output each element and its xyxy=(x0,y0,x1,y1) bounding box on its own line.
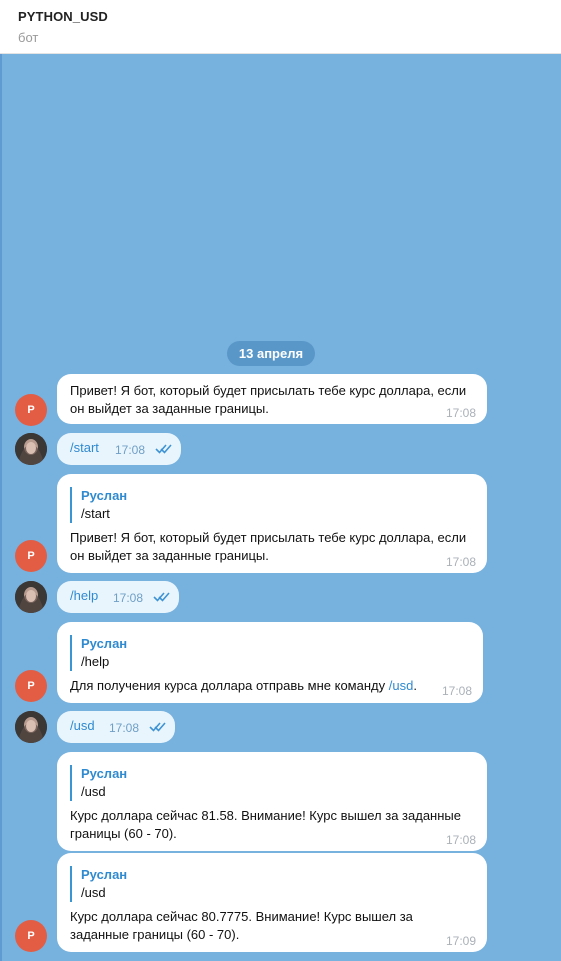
reply-author: Руслан xyxy=(81,766,128,781)
reply-quote[interactable]: Руслан /usd xyxy=(70,866,127,902)
message-time: 17:08 xyxy=(113,591,144,605)
message-time: 17:08 xyxy=(441,684,472,698)
message-time: 17:09 xyxy=(445,934,476,948)
chat-title: PYTHON_USD xyxy=(18,9,108,24)
read-checks-icon xyxy=(153,592,170,602)
bot-avatar[interactable]: P xyxy=(15,394,47,426)
reply-text: /usd xyxy=(81,784,106,799)
outgoing-message[interactable]: /start 17:08 xyxy=(57,433,181,465)
reply-text: /help xyxy=(81,654,110,669)
incoming-message[interactable]: Руслан /usd Курс доллара сейчас 80.7775.… xyxy=(57,853,487,952)
bot-avatar[interactable]: P xyxy=(15,540,47,572)
user-avatar[interactable] xyxy=(15,711,47,743)
message-time: 17:08 xyxy=(109,721,140,735)
user-avatar[interactable] xyxy=(15,433,47,465)
chat-left-border xyxy=(0,54,2,961)
reply-author: Руслан xyxy=(81,867,128,882)
reply-quote[interactable]: Руслан /start xyxy=(70,487,127,523)
message-text: Привет! Я бот, который будет присылать т… xyxy=(70,383,467,416)
message-text: Для получения курса доллара отправь мне … xyxy=(70,678,417,693)
reply-quote[interactable]: Руслан /help xyxy=(70,635,127,671)
incoming-message[interactable]: Привет! Я бот, который будет присылать т… xyxy=(57,374,487,424)
chat-header[interactable]: PYTHON_USD бот xyxy=(0,0,561,54)
chat-subtitle: бот xyxy=(18,30,39,45)
outgoing-message[interactable]: /help 17:08 xyxy=(57,581,179,613)
command-text: /start xyxy=(70,440,99,455)
command-text: /help xyxy=(70,588,99,603)
reply-author: Руслан xyxy=(81,488,128,503)
message-time: 17:08 xyxy=(115,443,146,457)
message-text: Курс доллара сейчас 80.7775. Внимание! К… xyxy=(70,909,413,942)
reply-text: /start xyxy=(81,506,110,521)
outgoing-message[interactable]: /usd 17:08 xyxy=(57,711,175,743)
user-avatar[interactable] xyxy=(15,581,47,613)
message-time: 17:08 xyxy=(445,406,476,420)
read-checks-icon xyxy=(149,722,166,732)
incoming-message[interactable]: Руслан /start Привет! Я бот, который буд… xyxy=(57,474,487,573)
message-time: 17:08 xyxy=(445,555,476,569)
read-checks-icon xyxy=(155,444,172,454)
incoming-message[interactable]: Руслан /usd Курс доллара сейчас 81.58. В… xyxy=(57,752,487,851)
command-text: /usd xyxy=(70,718,95,733)
message-area[interactable]: 13 апреля P Привет! Я бот, который будет… xyxy=(0,54,561,961)
reply-quote[interactable]: Руслан /usd xyxy=(70,765,127,801)
message-text: Привет! Я бот, который будет присылать т… xyxy=(70,530,467,563)
bot-avatar[interactable]: P xyxy=(15,670,47,702)
date-separator: 13 апреля xyxy=(227,341,315,366)
message-text: Курс доллара сейчас 81.58. Внимание! Кур… xyxy=(70,808,461,841)
bot-avatar[interactable]: P xyxy=(15,920,47,952)
reply-author: Руслан xyxy=(81,636,128,651)
usd-command-link[interactable]: /usd xyxy=(389,678,414,693)
reply-text: /usd xyxy=(81,885,106,900)
incoming-message[interactable]: Руслан /help Для получения курса доллара… xyxy=(57,622,483,703)
message-time: 17:08 xyxy=(445,833,476,847)
